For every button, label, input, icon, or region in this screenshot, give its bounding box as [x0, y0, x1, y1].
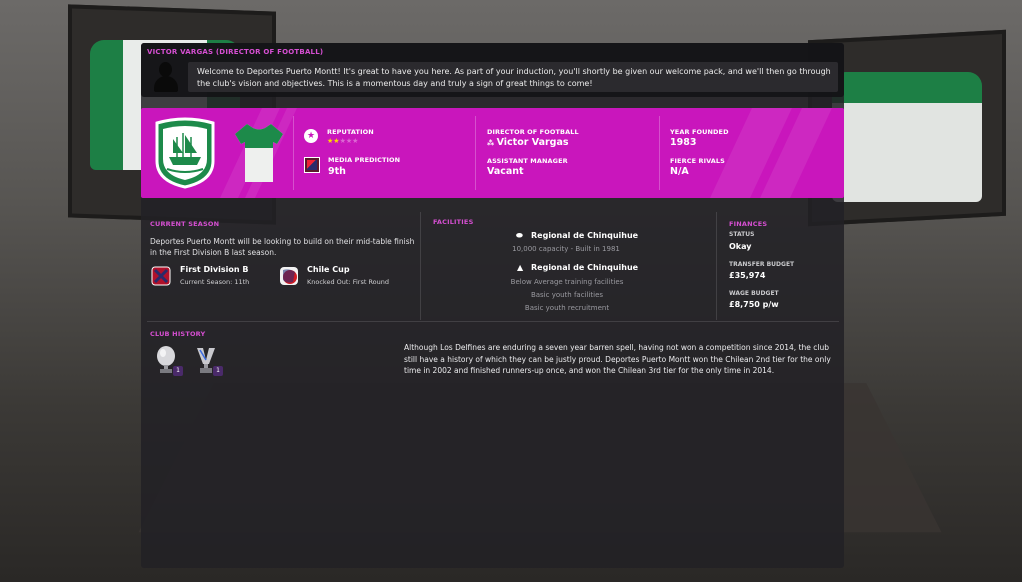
club-kit-icon[interactable] [233, 122, 285, 184]
message-bubble: Welcome to Deportes Puerto Montt! It's g… [188, 62, 838, 92]
current-season-text: Deportes Puerto Montt will be looking to… [150, 237, 415, 257]
reputation-icon: ★ [304, 129, 318, 143]
status-value: Okay [729, 242, 752, 251]
section-divider [420, 212, 421, 320]
club-history-text: Although Los Delfines are enduring a sev… [404, 343, 831, 375]
trophy-count: 1 [213, 366, 223, 376]
youth-facilities: Basic youth facilities [530, 291, 604, 299]
status-label: STATUS [729, 231, 755, 238]
competition-name[interactable]: Chile Cup [307, 265, 350, 274]
facilities-title: FACILITIES [433, 218, 474, 226]
banner-divider [293, 116, 294, 190]
reputation-stars: ★★★★★ [327, 137, 359, 145]
reputation-label: REPUTATION [327, 128, 374, 136]
trophy-count: 1 [173, 366, 183, 376]
sender-avatar [153, 62, 179, 92]
dof-value[interactable]: ⁂ Victor Vargas [487, 137, 569, 148]
stadium-details: 10,000 capacity - Built in 1981 [512, 245, 620, 253]
stadium-name[interactable]: Regional de Chinquihue [531, 231, 638, 240]
background-shirt-right [832, 72, 982, 202]
club-history-title: CLUB HISTORY [150, 330, 206, 338]
finances-title: FINANCES [729, 220, 768, 228]
training-ground-name[interactable]: Regional de Chinquihue [531, 263, 638, 272]
media-prediction-icon [304, 157, 320, 173]
founded-label: YEAR FOUNDED [670, 128, 729, 136]
dof-name: Victor Vargas [496, 137, 569, 148]
media-prediction-value: 9th [328, 166, 346, 177]
club-banner: ★ REPUTATION ★★★★★ MEDIA PREDICTION 9th … [141, 108, 844, 198]
youth-recruitment: Basic youth recruitment [524, 304, 610, 312]
welcome-message: VICTOR VARGAS (DIRECTOR OF FOOTBALL) Wel… [141, 43, 844, 97]
competition-name[interactable]: First Division B [180, 265, 248, 274]
training-facilities: Below Average training facilities [510, 278, 624, 286]
training-ground-icon: ▲ [517, 263, 524, 272]
message-text: Welcome to Deportes Puerto Montt! It's g… [197, 67, 831, 88]
competition-status: Current Season: 11th [180, 278, 250, 286]
wage-budget-label: WAGE BUDGET [729, 290, 779, 297]
founded-value: 1983 [670, 137, 697, 148]
section-divider [716, 212, 717, 320]
media-prediction-label: MEDIA PREDICTION [328, 156, 401, 164]
club-crest-icon[interactable] [153, 117, 217, 189]
transfer-budget-value: £35,974 [729, 271, 766, 280]
message-sender: VICTOR VARGAS (DIRECTOR OF FOOTBALL) [147, 48, 324, 56]
banner-divider [659, 116, 660, 190]
banner-divider [475, 116, 476, 190]
current-season-title: CURRENT SEASON [150, 220, 220, 228]
league-icon[interactable] [151, 266, 171, 286]
cup-trophy-icon[interactable]: 1 [195, 346, 223, 376]
cup-icon[interactable] [279, 266, 299, 286]
stadium-icon: ⬬ [516, 231, 523, 240]
assistant-label: ASSISTANT MANAGER [487, 157, 568, 165]
transfer-budget-label: TRANSFER BUDGET [729, 261, 795, 268]
dof-label: DIRECTOR OF FOOTBALL [487, 128, 579, 136]
rivals-label: FIERCE RIVALS [670, 157, 725, 165]
section-divider [147, 321, 839, 322]
wage-budget-value: £8,750 p/w [729, 300, 779, 309]
person-icon: ⁂ [487, 139, 497, 147]
assistant-value: Vacant [487, 166, 524, 177]
competition-status: Knocked Out: First Round [307, 278, 390, 286]
league-trophy-icon[interactable]: 1 [155, 346, 183, 376]
rivals-value: N/A [670, 166, 689, 177]
